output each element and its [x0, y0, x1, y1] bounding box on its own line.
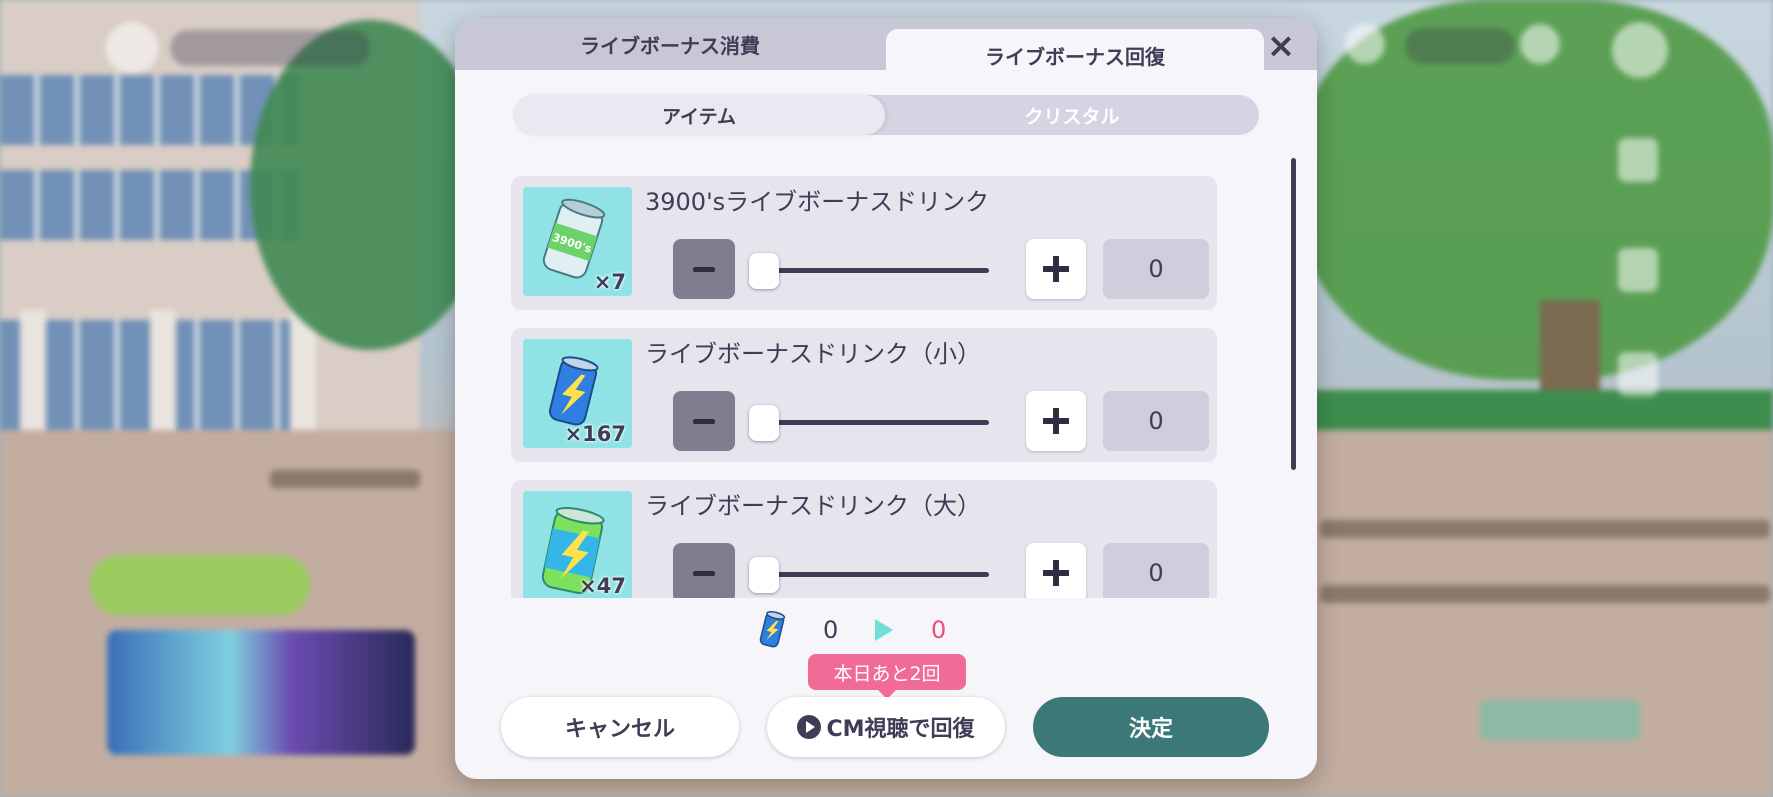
increase-button[interactable]: [1026, 239, 1086, 299]
quantity-slider[interactable]: [763, 420, 989, 425]
resulting-live-bonus: 0: [931, 616, 947, 644]
live-bonus-dialog: ライブボーナス消費 ライブボーナス回復 × アイテム クリスタル 3900's …: [455, 18, 1317, 779]
current-live-bonus: 0: [823, 616, 839, 644]
quantity-slider[interactable]: [763, 572, 989, 577]
minus-icon: [693, 266, 715, 272]
minus-icon: [693, 570, 715, 576]
play-icon: [797, 715, 822, 739]
confirm-button[interactable]: 決定: [1033, 697, 1269, 757]
close-icon[interactable]: ×: [1263, 26, 1299, 66]
item-name: 3900'sライブボーナスドリンク: [645, 188, 990, 216]
arrow-right-icon: [875, 619, 893, 641]
plus-icon: [1043, 256, 1069, 282]
increase-button[interactable]: [1026, 391, 1086, 451]
owned-count: ×7: [593, 270, 626, 294]
item-list[interactable]: 3900's ×7 3900'sライブボーナスドリンク 0 ×167 ライブボー…: [511, 176, 1217, 598]
plus-icon: [1043, 408, 1069, 434]
slider-handle[interactable]: [749, 405, 779, 441]
cancel-button[interactable]: キャンセル: [501, 697, 739, 757]
tab-live-bonus-recover[interactable]: ライブボーナス回復: [886, 29, 1264, 81]
watch-cm-label: CM視聴で回復: [826, 717, 975, 742]
remaining-today-tooltip: 本日あと2回: [808, 654, 966, 699]
slider-handle[interactable]: [749, 557, 779, 593]
decrease-button[interactable]: [673, 391, 735, 451]
segment-crystal[interactable]: クリスタル: [885, 95, 1259, 135]
drink-large-icon: ×47: [523, 491, 632, 598]
segment-control: アイテム クリスタル: [513, 95, 1259, 135]
owned-count: ×167: [564, 422, 626, 446]
minus-icon: [693, 418, 715, 424]
plus-icon: [1043, 560, 1069, 586]
owned-count: ×47: [579, 574, 626, 598]
item-name: ライブボーナスドリンク（小）: [645, 340, 981, 368]
item-name: ライブボーナスドリンク（大）: [645, 492, 981, 520]
quantity-slider[interactable]: [763, 268, 989, 273]
list-item: 3900's ×7 3900'sライブボーナスドリンク 0: [511, 176, 1217, 310]
tab-live-bonus-consume[interactable]: ライブボーナス消費: [455, 18, 885, 70]
list-item: ×167 ライブボーナスドリンク（小） 0: [511, 328, 1217, 462]
decrease-button[interactable]: [673, 543, 735, 598]
list-item: ×47 ライブボーナスドリンク（大） 0: [511, 480, 1217, 598]
increase-button[interactable]: [1026, 543, 1086, 598]
drink-small-icon: ×167: [523, 339, 632, 448]
drink-icon: [759, 611, 786, 648]
drink-3900s-icon: 3900's ×7: [523, 187, 632, 296]
segment-item[interactable]: アイテム: [513, 95, 885, 135]
live-bonus-summary: 0 0: [755, 610, 1055, 654]
decrease-button[interactable]: [673, 239, 735, 299]
watch-cm-recover-button[interactable]: CM視聴で回復: [767, 697, 1005, 757]
slider-handle[interactable]: [749, 253, 779, 289]
scrollbar[interactable]: [1291, 158, 1296, 470]
top-tab-bar: ライブボーナス消費 ライブボーナス回復 ×: [455, 18, 1317, 81]
quantity-field[interactable]: 0: [1103, 543, 1209, 598]
quantity-field[interactable]: 0: [1103, 391, 1209, 451]
quantity-field[interactable]: 0: [1103, 239, 1209, 299]
